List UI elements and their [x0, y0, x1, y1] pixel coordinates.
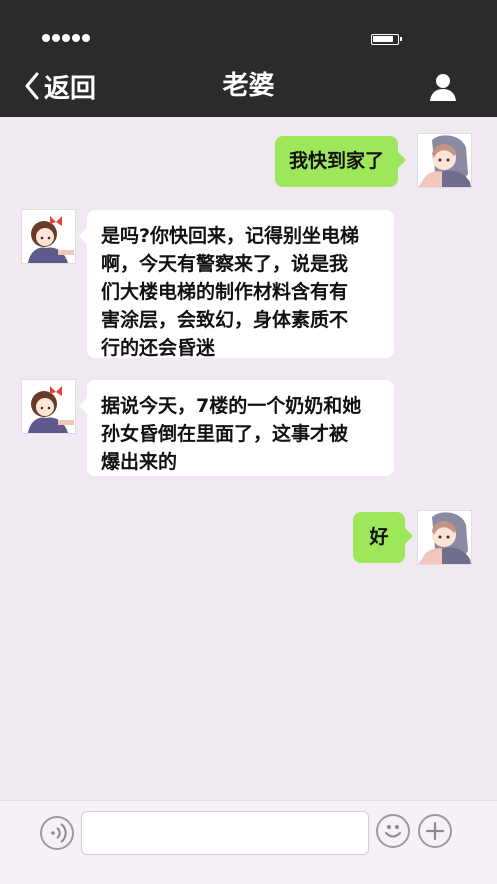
- message-text: 好: [369, 526, 389, 548]
- plus-button[interactable]: [418, 814, 452, 848]
- signal-dots-icon: [42, 34, 90, 42]
- message-line: 孙女昏倒在里面了，这事才被: [101, 423, 349, 445]
- message-bubble-received[interactable]: 是吗?你快回来，记得别坐电梯 啊，今天有警察来了，说是我 们大楼电梯的制作材料含…: [79, 210, 394, 359]
- message-bubble-sent[interactable]: 我快到家了: [275, 136, 407, 187]
- back-chevron-icon: [25, 72, 39, 100]
- input-bar: [0, 800, 497, 884]
- message-line: 爆出来的: [101, 451, 178, 473]
- plus-icon: [425, 821, 445, 841]
- message-line: 行的还会昏迷: [101, 337, 216, 359]
- voice-button[interactable]: [40, 816, 74, 850]
- message-input[interactable]: [81, 811, 369, 855]
- emoji-icon: [385, 825, 401, 838]
- back-button[interactable]: 返回: [24, 66, 96, 106]
- message-line: 据说今天，7楼的一个奶奶和她: [101, 395, 362, 417]
- contact-avatar[interactable]: [22, 380, 75, 433]
- emoji-button[interactable]: [376, 814, 410, 848]
- battery-icon: [371, 34, 402, 45]
- my-avatar[interactable]: [418, 511, 471, 564]
- message-line: 啊，今天有警察来了，说是我: [101, 253, 349, 275]
- profile-icon[interactable]: [429, 72, 457, 102]
- message-line: 们大楼电梯的制作材料含有有: [101, 281, 349, 303]
- message-bubble-sent[interactable]: 好: [353, 512, 413, 563]
- message-bubble-received[interactable]: 据说今天，7楼的一个奶奶和她 孙女昏倒在里面了，这事才被 爆出来的: [79, 380, 394, 476]
- contact-avatar[interactable]: [22, 210, 75, 263]
- my-avatar[interactable]: [418, 134, 471, 187]
- message-line: 害涂层，会致幻，身体素质不: [101, 309, 349, 331]
- message-line: 是吗?你快回来，记得别坐电梯: [101, 225, 360, 247]
- message-text: 我快到家了: [289, 150, 385, 172]
- nav-bar: 返回 老婆: [0, 0, 497, 117]
- chat-title: 老婆: [222, 71, 275, 101]
- voice-icon: [51, 823, 67, 843]
- back-label: 返回: [44, 73, 97, 104]
